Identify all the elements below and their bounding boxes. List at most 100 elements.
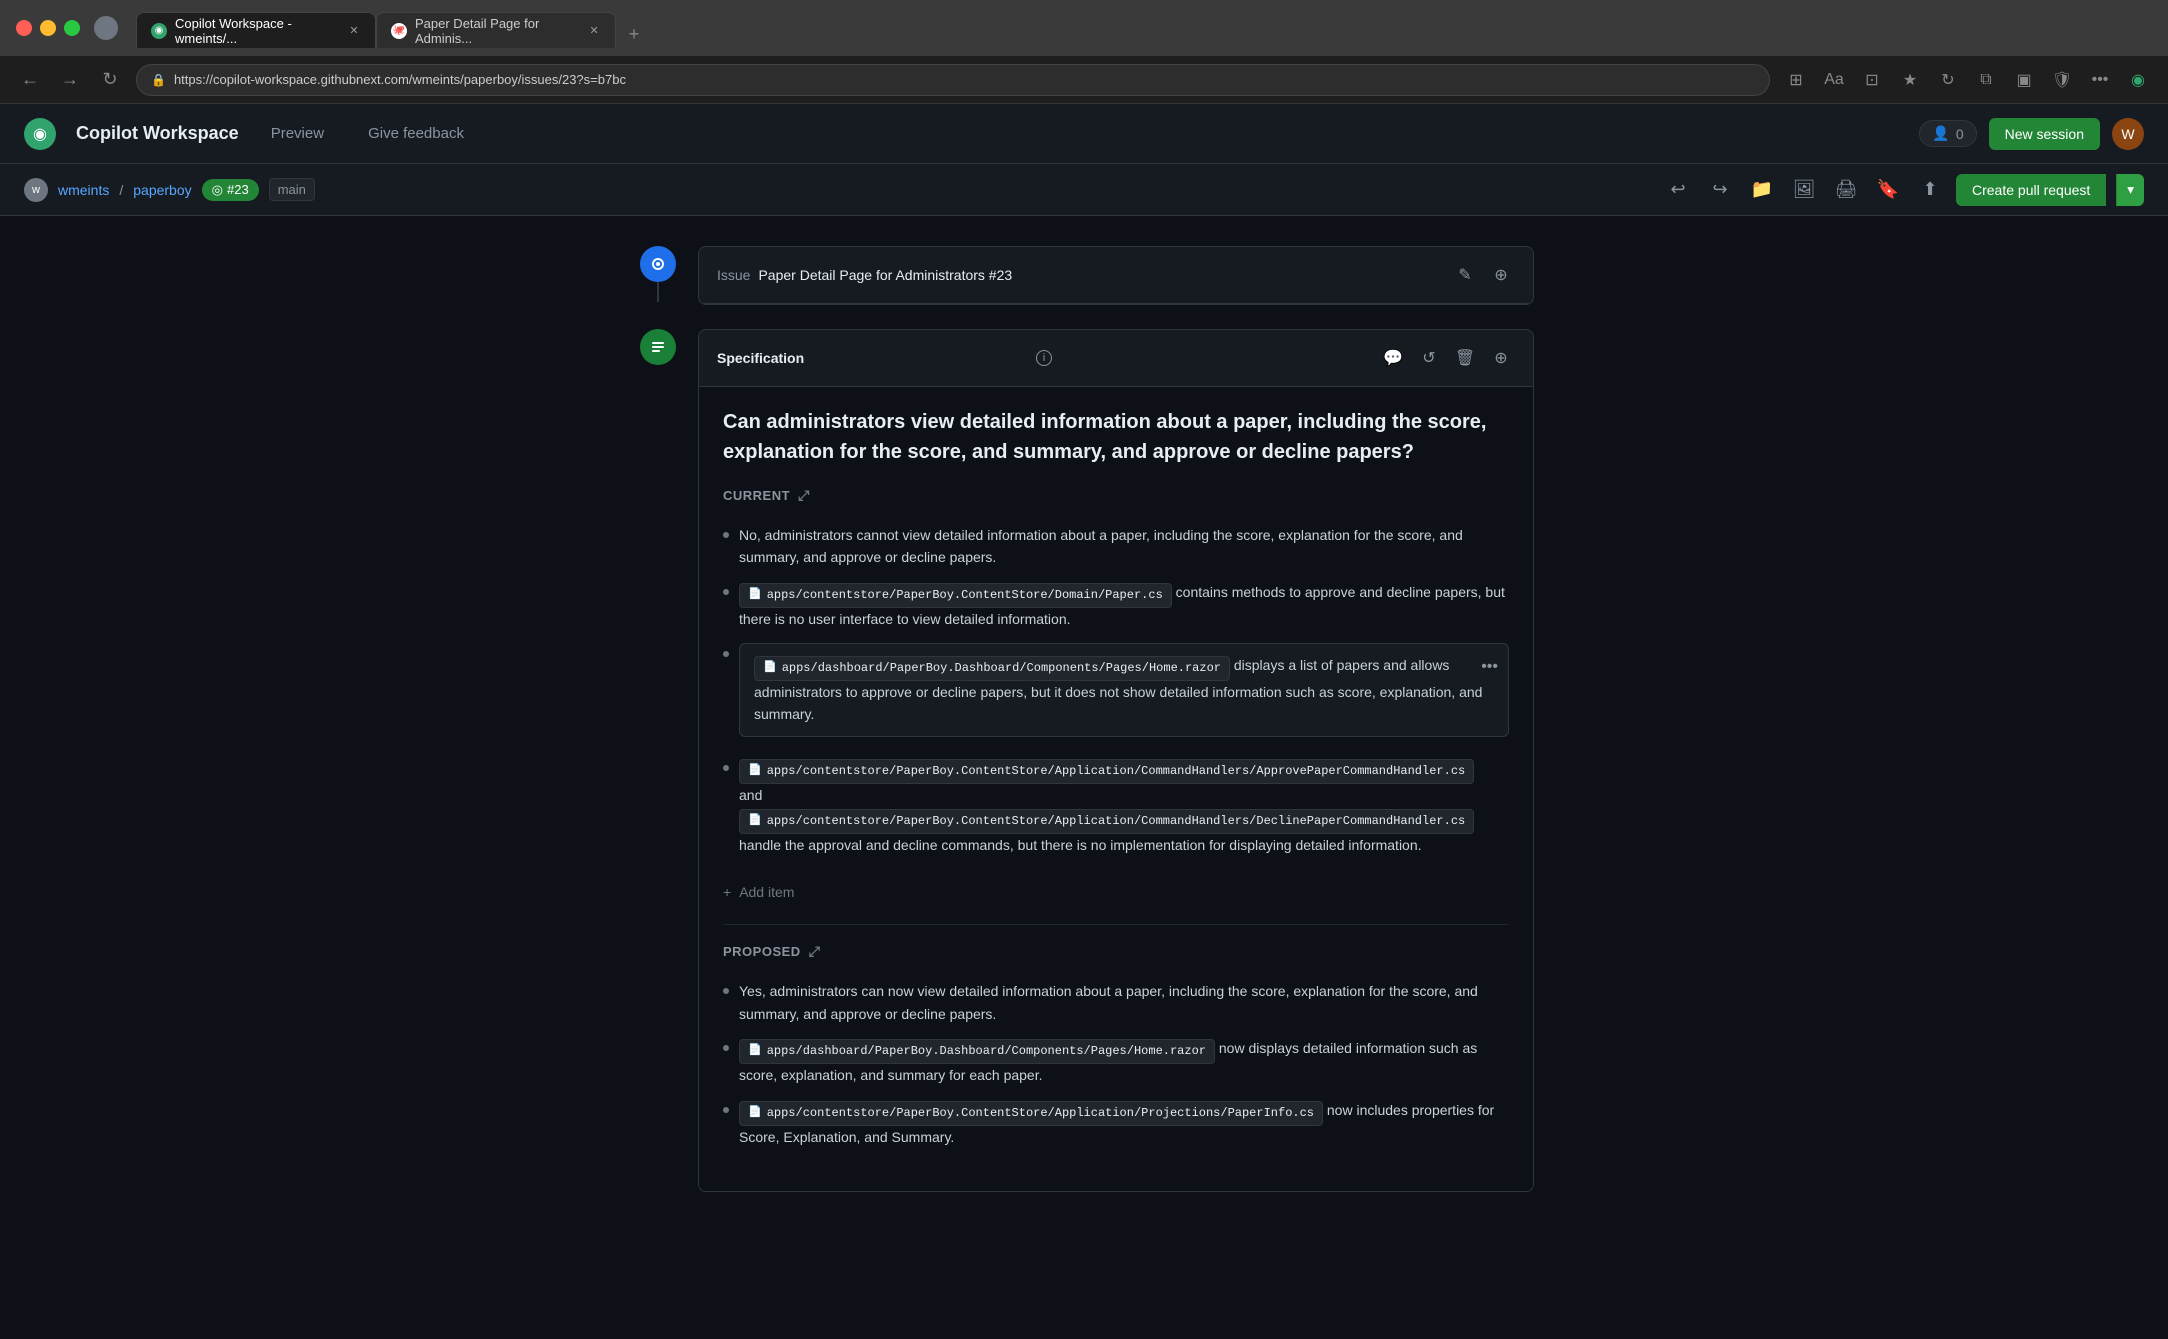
user-avatar[interactable]: W [2112,118,2144,150]
add-item-label: Add item [739,884,794,900]
breadcrumb-sep: / [119,182,123,198]
current-item-2: 📄 apps/contentstore/PaperBoy.ContentStor… [723,575,1509,637]
current-label-text: Current [723,488,790,503]
share-button[interactable]: ⬆ [1914,174,1946,206]
current-item-2-content: 📄 apps/contentstore/PaperBoy.ContentStor… [739,581,1509,631]
proposed-item-3-content: 📄 apps/contentstore/PaperBoy.ContentStor… [739,1099,1509,1149]
spec-comment-button[interactable]: 💬 [1379,344,1407,372]
bookmark-sub-button[interactable]: 🔖 [1872,174,1904,206]
code-ref-paper-cs-text: apps/contentstore/PaperBoy.ContentStore/… [767,586,1163,605]
more-icon[interactable]: ••• [2086,66,2114,94]
code-ref-home-razor-text: apps/dashboard/PaperBoy.Dashboard/Compon… [782,659,1221,678]
reader-icon[interactable]: ⊡ [1858,66,1886,94]
proposed-bullet-dot-3 [723,1107,729,1113]
spec-expand-button[interactable]: ⊕ [1487,344,1515,372]
issue-title-text: Paper Detail Page for Administrators #23 [758,267,1443,283]
sub-header: w wmeints / paperboy ◎ #23 main ↩ ↪ 📁 🖼 … [0,164,2168,216]
issue-timeline-node [640,246,676,282]
tab-favicon-copilot: ◉ [151,23,167,39]
proposed-section: Proposed ⤢ Yes, administrators can now v… [723,943,1509,1154]
copilot-nav-icon[interactable]: ◉ [2124,66,2152,94]
shield-icon[interactable]: 🛡 [2048,66,2076,94]
spec-delete-button[interactable]: 🗑 [1451,344,1479,372]
proposed-move-icon[interactable]: ⤢ [809,943,821,960]
feedback-button[interactable]: Give feedback [356,119,476,148]
code-ref-icon-5: 📄 [748,1043,762,1061]
traffic-light-yellow[interactable] [40,20,56,36]
issue-card: Issue Paper Detail Page for Administrato… [698,246,1534,305]
image-button[interactable]: 🖼 [1788,174,1820,206]
address-bar[interactable]: 🔒 https://copilot-workspace.githubnext.c… [136,64,1770,96]
issue-label-tag: Issue [717,267,750,283]
refresh-alt-icon[interactable]: ↻ [1934,66,1962,94]
spec-timeline-item: Specification i 💬 ↺ 🗑 ⊕ Can administrato… [634,329,1534,1192]
traffic-light-green[interactable] [64,20,80,36]
current-bullet-list: No, administrators cannot view detailed … [723,518,1509,862]
proposed-item-3: 📄 apps/contentstore/PaperBoy.ContentStor… [723,1093,1509,1155]
traffic-light-red[interactable] [16,20,32,36]
item-more-icon[interactable]: ••• [1481,654,1498,680]
browser-profile-avatar[interactable] [94,16,118,40]
code-ref-home-razor-proposed[interactable]: 📄 apps/dashboard/PaperBoy.Dashboard/Comp… [739,1039,1215,1064]
create-pr-dropdown-button[interactable]: ▾ [2116,174,2144,206]
app-header: ◉ Copilot Workspace Preview Give feedbac… [0,104,2168,164]
create-pr-button[interactable]: Create pull request [1956,174,2106,206]
browser-tab-copilot[interactable]: ◉ Copilot Workspace - wmeints/... ✕ [136,12,376,48]
spec-info-icon[interactable]: i [1036,350,1052,366]
breadcrumb-repo[interactable]: paperboy [133,182,191,198]
nav-back-button[interactable]: ← [16,66,44,94]
main-content: Issue Paper Detail Page for Administrato… [0,216,2168,1339]
split-icon[interactable]: ▣ [2010,66,2038,94]
new-session-button[interactable]: New session [1989,118,2100,150]
code-ref-paper-cs[interactable]: 📄 apps/contentstore/PaperBoy.ContentStor… [739,583,1172,608]
traffic-lights [16,20,80,36]
bookmark-icon[interactable]: ★ [1896,66,1924,94]
sub-header-actions: ↩ ↪ 📁 🖼 🖨 🔖 ⬆ Create pull request ▾ [1662,174,2144,206]
proposed-bullet-dot-2 [723,1045,729,1051]
proposed-label-text: Proposed [723,944,801,959]
code-ref-icon-6: 📄 [748,1105,762,1123]
code-ref-decline-handler[interactable]: 📄 apps/contentstore/PaperBoy.ContentStor… [739,809,1474,834]
browser-nav-icons: ⊞ Aa ⊡ ★ ↻ ⧉ ▣ 🛡 ••• ◉ [1782,66,2152,94]
current-item-4-and: and [739,787,762,803]
new-tab-button[interactable]: + [620,20,648,48]
undo-button[interactable]: ↩ [1662,174,1694,206]
preview-button[interactable]: Preview [259,119,336,148]
browser-tab-paper[interactable]: 🐙 Paper Detail Page for Adminis... ✕ [376,12,616,48]
extensions-icon[interactable]: ⊞ [1782,66,1810,94]
folder-button[interactable]: 📁 [1746,174,1778,206]
code-ref-home-razor[interactable]: 📄 apps/dashboard/PaperBoy.Dashboard/Comp… [754,656,1230,681]
breadcrumb-owner[interactable]: wmeints [58,182,109,198]
nav-forward-button[interactable]: → [56,66,84,94]
header-right: 👤 0 New session W [1919,118,2144,150]
code-ref-paper-info[interactable]: 📄 apps/contentstore/PaperBoy.ContentStor… [739,1101,1323,1126]
highlighted-item-actions: ••• [1481,654,1498,680]
browser-tabs: ◉ Copilot Workspace - wmeints/... ✕ 🐙 Pa… [136,8,2152,48]
code-ref-approve-handler[interactable]: 📄 apps/contentstore/PaperBoy.ContentStor… [739,759,1474,784]
issue-timeline-item: Issue Paper Detail Page for Administrato… [634,246,1534,305]
workflow-column: Issue Paper Detail Page for Administrato… [634,246,1534,1309]
print-button[interactable]: 🖨 [1830,174,1862,206]
issue-expand-button[interactable]: ⊕ [1487,261,1515,289]
address-bar-lock-icon: 🔒 [151,73,166,87]
add-item-button[interactable]: + Add item [723,878,1509,906]
browser-nav-bar: ← → ↻ 🔒 https://copilot-workspace.github… [0,56,2168,104]
spec-refresh-button[interactable]: ↺ [1415,344,1443,372]
session-counter: 👤 0 [1919,120,1976,147]
nav-refresh-button[interactable]: ↻ [96,66,124,94]
tab-close-paper[interactable]: ✕ [587,23,601,39]
redo-button[interactable]: ↪ [1704,174,1736,206]
code-ref-paper-info-text: apps/contentstore/PaperBoy.ContentStore/… [767,1104,1314,1123]
code-ref-home-razor-proposed-text: apps/dashboard/PaperBoy.Dashboard/Compon… [767,1042,1206,1061]
text-icon[interactable]: Aa [1820,66,1848,94]
current-move-icon[interactable]: ⤢ [798,487,810,504]
issue-edit-button[interactable]: ✎ [1451,261,1479,289]
current-item-1-text: No, administrators cannot view detailed … [739,524,1509,569]
current-item-1: No, administrators cannot view detailed … [723,518,1509,575]
address-bar-url[interactable]: https://copilot-workspace.githubnext.com… [174,72,626,87]
spec-question: Can administrators view detailed informa… [723,407,1509,467]
tab-close-copilot[interactable]: ✕ [347,23,361,39]
tab-groups-icon[interactable]: ⧉ [1972,66,2000,94]
proposed-bullet-list: Yes, administrators can now view detaile… [723,974,1509,1154]
current-item-4-content: 📄 apps/contentstore/PaperBoy.ContentStor… [739,757,1509,857]
